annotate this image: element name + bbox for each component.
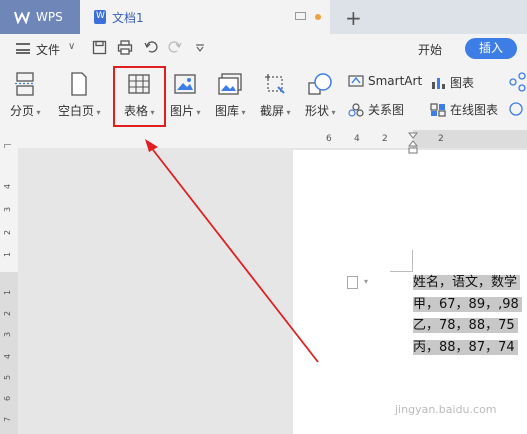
ruler-tick: 2 bbox=[3, 310, 13, 317]
crop-mark bbox=[412, 250, 413, 272]
blank-page-button[interactable]: 空白页 bbox=[58, 72, 101, 119]
watermark: jingyan.baidu.com bbox=[395, 403, 497, 416]
chevron-down-icon[interactable]: ∨ bbox=[68, 41, 75, 52]
share-icon[interactable] bbox=[508, 72, 527, 92]
ruler-tick: 3 bbox=[3, 206, 13, 213]
page-break-label: 分页 bbox=[10, 102, 41, 119]
insert-ribbon: 分页 空白页 表格 图片 图库 截屏 形状 SmartArt 图表 关系图 在线… bbox=[0, 64, 527, 130]
page-break-button[interactable]: 分页 bbox=[10, 72, 41, 119]
chart-button[interactable]: 图表 bbox=[430, 74, 474, 91]
save-icon[interactable] bbox=[92, 40, 107, 55]
vertical-ruler[interactable]: 4 3 2 1 1 2 3 4 5 6 7 bbox=[0, 148, 18, 434]
page-break-icon bbox=[15, 72, 36, 96]
smartart-label: SmartArt bbox=[368, 74, 423, 88]
wps-app-tab[interactable]: WPS bbox=[0, 0, 80, 34]
picture-icon bbox=[174, 74, 196, 94]
wps-logo-icon bbox=[14, 11, 30, 24]
online-chart-button[interactable]: 在线图表 bbox=[430, 101, 498, 118]
blank-page-label: 空白页 bbox=[58, 102, 101, 119]
blank-page-icon bbox=[71, 72, 87, 96]
relation-diagram-icon bbox=[348, 102, 364, 117]
wps-app-label: WPS bbox=[36, 10, 63, 24]
print-icon[interactable] bbox=[117, 40, 133, 55]
ruler-tick: 4 bbox=[354, 134, 360, 144]
shape-label: 形状 bbox=[305, 102, 336, 119]
ruler-tick: 6 bbox=[326, 134, 332, 144]
smartart-button[interactable]: SmartArt bbox=[348, 74, 422, 88]
online-chart-icon bbox=[430, 102, 446, 117]
document-tab[interactable]: 文档1 bbox=[80, 0, 330, 34]
indent-marker-icon[interactable] bbox=[408, 132, 418, 154]
menu-row: 文件 ∨ 开始 插入 bbox=[0, 34, 527, 64]
online-chart-label: 在线图表 bbox=[450, 103, 499, 117]
customize-chevron-icon[interactable] bbox=[195, 44, 205, 52]
tab-start[interactable]: 开始 bbox=[418, 41, 442, 58]
writer-doc-icon bbox=[94, 10, 106, 24]
text-line: 姓名，语文，数学 bbox=[413, 272, 522, 294]
table-button-annotation-box bbox=[113, 66, 166, 127]
text-line: 乙，78，88，75 bbox=[413, 315, 522, 337]
more-icon[interactable] bbox=[508, 100, 527, 118]
text-line: 丙，88，87，74 bbox=[413, 337, 522, 359]
menu-hamburger-icon[interactable] bbox=[16, 43, 30, 54]
document-body-text[interactable]: 姓名，语文，数学 甲，67，89，,98 乙，78，88，75 丙，88，87，… bbox=[413, 272, 522, 358]
gallery-icon bbox=[218, 73, 242, 95]
shape-button[interactable]: 形状 bbox=[305, 72, 336, 119]
ruler-tick: 3 bbox=[3, 331, 13, 338]
relation-diagram-label: 关系图 bbox=[368, 103, 405, 117]
ruler-tick: 2 bbox=[382, 134, 388, 144]
smartart-icon bbox=[348, 75, 364, 87]
ruler-tick: 4 bbox=[3, 353, 13, 360]
chart-label: 图表 bbox=[450, 76, 475, 90]
gallery-label: 图库 bbox=[215, 102, 246, 119]
screen-icon[interactable] bbox=[295, 12, 306, 20]
title-bar: WPS 文档1 + bbox=[0, 0, 527, 34]
document-tab-label: 文档1 bbox=[112, 10, 144, 25]
shape-icon bbox=[308, 73, 333, 95]
chevron-down-icon[interactable]: ▾ bbox=[364, 277, 368, 286]
ruler-tick: 6 bbox=[3, 395, 13, 402]
ruler-tick: 2 bbox=[3, 229, 13, 236]
ruler-tick: 5 bbox=[3, 374, 13, 381]
gallery-button[interactable]: 图库 bbox=[215, 72, 246, 119]
unsaved-dot-icon bbox=[315, 14, 321, 20]
text-line: 甲，67，89，,98 bbox=[413, 294, 522, 316]
screenshot-icon bbox=[265, 74, 285, 94]
paragraph-layout-icon[interactable] bbox=[347, 276, 358, 289]
ruler-tick: 4 bbox=[3, 183, 13, 190]
ruler-tick: 1 bbox=[3, 251, 13, 258]
picture-button[interactable]: 图片 bbox=[170, 72, 201, 119]
ruler-tick: 1 bbox=[3, 289, 13, 296]
new-tab-plus-icon[interactable]: + bbox=[345, 6, 362, 30]
ruler-tick: 7 bbox=[3, 416, 13, 423]
undo-icon[interactable] bbox=[144, 40, 158, 54]
ruler-tick: 2 bbox=[438, 134, 444, 144]
screenshot-button[interactable]: 截屏 bbox=[260, 72, 291, 119]
crop-mark bbox=[390, 271, 412, 272]
redo-icon[interactable] bbox=[168, 40, 182, 54]
tab-insert[interactable]: 插入 bbox=[465, 38, 517, 59]
screenshot-label: 截屏 bbox=[260, 102, 291, 119]
relation-diagram-button[interactable]: 关系图 bbox=[348, 101, 404, 118]
picture-label: 图片 bbox=[170, 102, 201, 119]
chart-icon bbox=[432, 77, 445, 89]
file-menu[interactable]: 文件 bbox=[36, 41, 60, 58]
